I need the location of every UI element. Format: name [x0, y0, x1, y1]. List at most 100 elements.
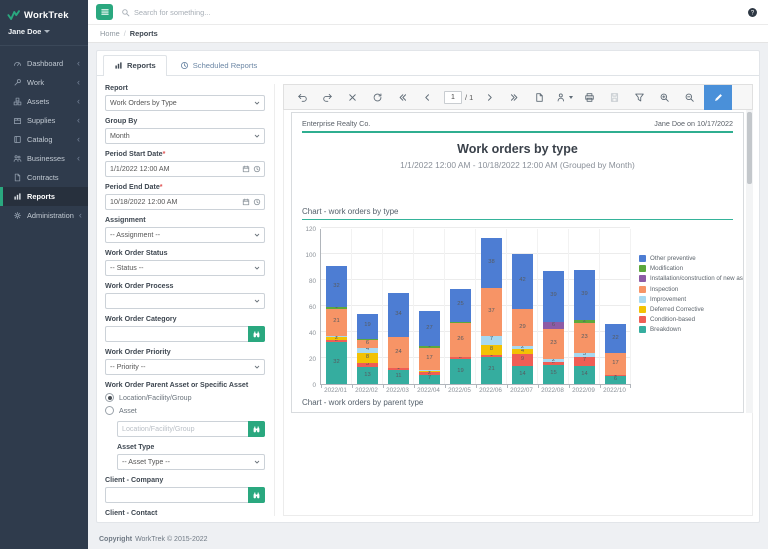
group-by-select[interactable] — [105, 128, 265, 144]
x-tick-label: 2022/04 — [417, 387, 440, 394]
filter-icon — [634, 92, 645, 103]
save-doc-button — [604, 85, 625, 110]
radio-location-facility-group[interactable]: Location/Facility/Group — [105, 393, 265, 402]
next-page-icon — [484, 92, 495, 103]
first-page-button[interactable] — [392, 85, 413, 110]
report-select[interactable] — [105, 95, 265, 111]
select-value[interactable] — [106, 264, 253, 272]
sidebar-item-administration[interactable]: Administration‹ — [0, 206, 88, 225]
zoom-out-button[interactable] — [679, 85, 700, 110]
export-user-button[interactable] — [554, 85, 575, 110]
sidebar-item-contracts[interactable]: Contracts — [0, 168, 88, 187]
client-company-input[interactable] — [105, 487, 265, 503]
sidebar-item-catalog[interactable]: Catalog‹ — [0, 130, 88, 149]
sidebar-item-supplies[interactable]: Supplies‹ — [0, 111, 88, 130]
asset-type-select[interactable] — [117, 454, 265, 470]
datetime-value[interactable] — [106, 198, 242, 206]
period-end-date-input[interactable] — [105, 194, 265, 210]
stacked-bar-chart: 020406080100120 322212113213384611911124… — [302, 229, 733, 396]
legend-swatch — [639, 316, 646, 323]
sidebar-item-label: Catalog — [27, 135, 72, 144]
v-gridline — [506, 229, 507, 384]
period-start-date-input[interactable] — [105, 161, 265, 177]
redo-icon — [322, 92, 333, 103]
sidebar-item-reports[interactable]: Reports — [0, 187, 88, 206]
segment-condition-based: 7 — [574, 357, 595, 366]
refresh-button[interactable] — [367, 85, 388, 110]
last-page-icon — [509, 92, 520, 103]
print-button[interactable] — [579, 85, 600, 110]
legend-item-improvement: Improvement — [639, 296, 744, 303]
segment-other-preventive: 25 — [450, 289, 471, 322]
field-label: Assignment — [105, 216, 265, 224]
scrollbar-thumb[interactable] — [747, 112, 752, 184]
select-value[interactable] — [106, 297, 253, 305]
select-value[interactable] — [106, 363, 253, 371]
sidebar-item-label: Supplies — [27, 116, 72, 125]
clock-icon — [253, 165, 261, 173]
search-input[interactable] — [134, 8, 354, 17]
lookup-value[interactable] — [106, 330, 248, 338]
field-work-order-process: Work Order Process — [105, 282, 265, 309]
lookup-value[interactable] — [106, 491, 248, 499]
tab-label: Reports — [127, 61, 156, 70]
lookup-button[interactable] — [248, 487, 265, 503]
help-button[interactable]: ? — [747, 7, 758, 18]
sidebar-item-work[interactable]: Work‹ — [0, 73, 88, 92]
next-page-button[interactable] — [479, 85, 500, 110]
field-client-contact: Client - Contact — [105, 509, 265, 516]
radio-asset[interactable]: Asset — [105, 406, 265, 415]
reports-panel: ReportsScheduled Reports ReportGroup ByP… — [96, 50, 760, 523]
tab-reports[interactable]: Reports — [103, 55, 167, 76]
bar-2022-05: 19226125 — [450, 289, 471, 384]
page-number-input[interactable] — [444, 91, 462, 104]
segment-breakdown: 7 — [419, 375, 440, 384]
assignment-select[interactable] — [105, 227, 265, 243]
zoom-in-button[interactable] — [654, 85, 675, 110]
select-value[interactable] — [106, 132, 253, 140]
user-menu[interactable]: Jane Doe — [0, 24, 88, 46]
filter-button[interactable] — [629, 85, 650, 110]
lookup-button[interactable] — [248, 326, 265, 342]
legend-label: Installation/construction of new asset — [650, 275, 744, 282]
work-order-process-select[interactable] — [105, 293, 265, 309]
v-gridline — [382, 229, 383, 384]
tab-scheduled-reports[interactable]: Scheduled Reports — [169, 55, 269, 76]
sidebar-item-assets[interactable]: Assets‹ — [0, 92, 88, 111]
select-value[interactable] — [106, 99, 253, 107]
caret-down-icon — [569, 96, 573, 99]
breadcrumb-current: Reports — [130, 29, 158, 38]
hamburger-menu-button[interactable] — [96, 4, 113, 20]
segment-breakdown: 14 — [574, 366, 595, 384]
sidebar-item-dashboard[interactable]: Dashboard‹ — [0, 54, 88, 73]
breadcrumb: Home / Reports — [88, 25, 768, 43]
topbar: ? — [88, 0, 768, 25]
select-value[interactable] — [106, 231, 253, 239]
field-period-end-date: Period End Date* — [105, 183, 265, 210]
location-facility-group-input[interactable] — [117, 421, 265, 437]
work-order-status-select[interactable] — [105, 260, 265, 276]
viewer-scrollbar[interactable] — [746, 110, 753, 413]
radio-button[interactable] — [105, 393, 114, 402]
work-order-category-input[interactable] — [105, 326, 265, 342]
breadcrumb-home[interactable]: Home — [100, 29, 120, 38]
datetime-value[interactable] — [106, 165, 242, 173]
lookup-button[interactable] — [248, 421, 265, 437]
design-button[interactable] — [704, 85, 732, 110]
sidebar-item-businesses[interactable]: Businesses‹ — [0, 149, 88, 168]
prev-page-button[interactable] — [417, 85, 438, 110]
lookup-value[interactable] — [118, 425, 248, 433]
select-value[interactable] — [118, 458, 253, 466]
sidebar-item-label: Reports — [27, 192, 82, 201]
redo-button[interactable] — [317, 85, 338, 110]
segment-condition-based: 1 — [481, 355, 502, 356]
work-order-priority-select[interactable] — [105, 359, 265, 375]
chart-legend: Other preventiveModificationInstallation… — [639, 255, 744, 337]
last-page-button[interactable] — [504, 85, 525, 110]
y-tick-label: 60 — [309, 304, 316, 311]
page-navigator: / 1 — [444, 91, 473, 104]
close-button[interactable] — [342, 85, 363, 110]
radio-button[interactable] — [105, 406, 114, 415]
undo-button[interactable] — [292, 85, 313, 110]
new-doc-button[interactable] — [529, 85, 550, 110]
